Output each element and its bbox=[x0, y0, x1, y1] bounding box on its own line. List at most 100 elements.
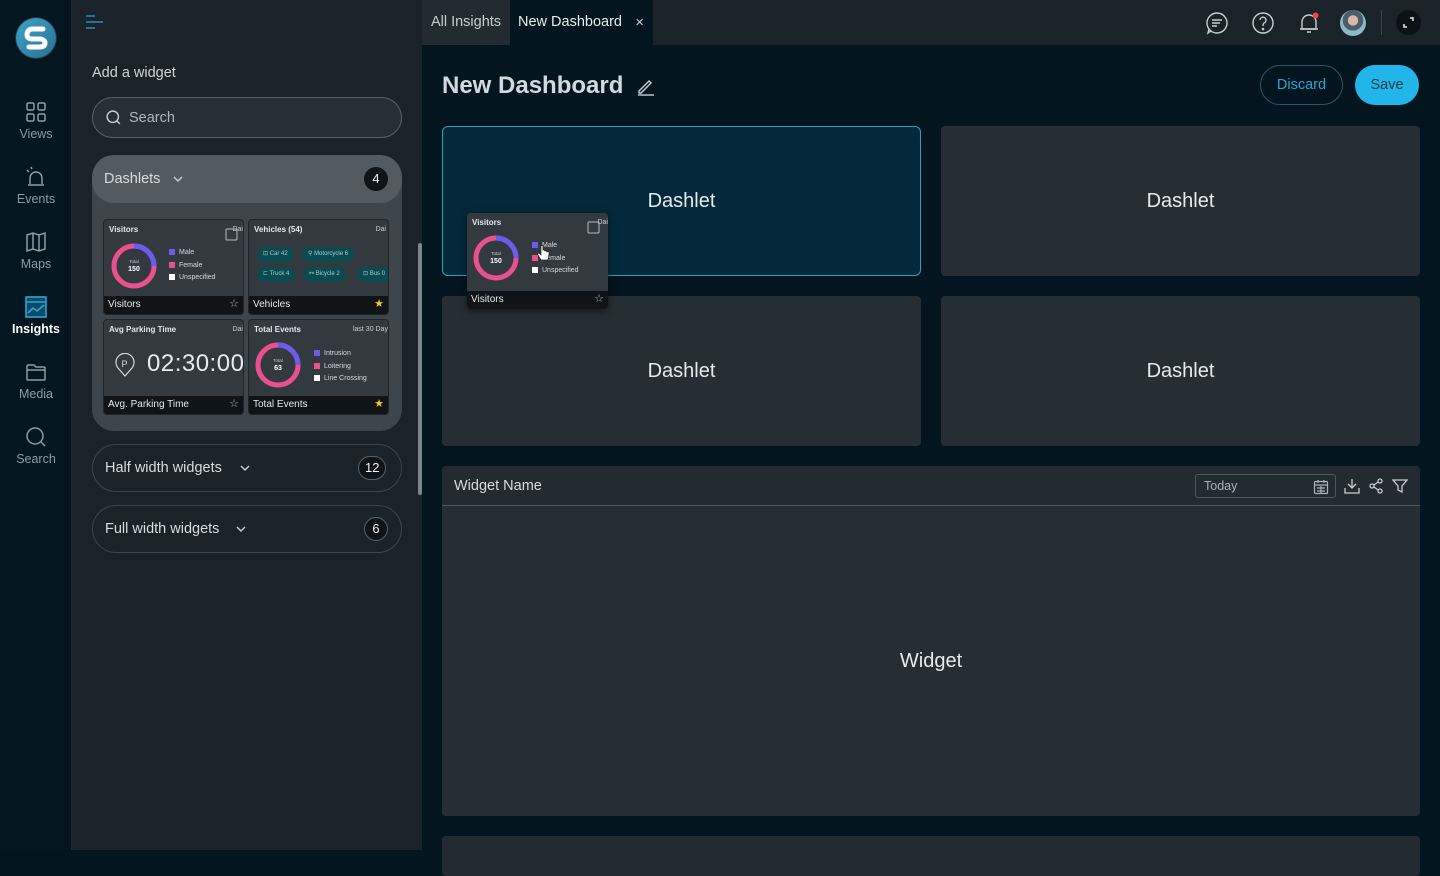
dashlet-range: Dai bbox=[375, 226, 386, 233]
group-dashlets-header[interactable]: Dashlets 4 bbox=[92, 155, 402, 203]
group-label: Dashlets bbox=[104, 171, 161, 187]
hand-cursor-icon bbox=[537, 245, 550, 261]
rail-item-events[interactable]: Events bbox=[0, 165, 72, 225]
dashlet-range: Dai bbox=[232, 326, 243, 333]
chip-car: ⊡ Car 42 bbox=[257, 247, 294, 262]
chevron-down-icon bbox=[236, 526, 246, 533]
dashlet-range: last 30 Day bbox=[352, 326, 388, 333]
app-logo[interactable] bbox=[16, 18, 56, 58]
folder-icon bbox=[26, 364, 46, 381]
dashlet-footer: Visitors ☆ bbox=[104, 296, 243, 314]
chevron-down-icon bbox=[240, 465, 250, 472]
donut-total: 150 bbox=[128, 266, 140, 273]
dashlet-vehicles[interactable]: Vehicles (54) Dai ⊡ Car 42 ⚲ Motorcycle … bbox=[248, 219, 389, 315]
rail-label: Maps bbox=[20, 257, 52, 271]
map-icon bbox=[26, 231, 46, 253]
group-dashlets: Dashlets 4 Visitors Dai Total 150 Male F… bbox=[92, 155, 402, 431]
dashlet-title: Avg Parking Time bbox=[109, 325, 177, 334]
widget-card: Widget Name Today Widget bbox=[442, 466, 1420, 816]
bell-icon[interactable] bbox=[1297, 11, 1321, 35]
svg-text:P: P bbox=[122, 359, 128, 369]
rail-item-insights[interactable]: Insights bbox=[0, 295, 72, 355]
count-badge: 4 bbox=[364, 167, 388, 191]
search-input[interactable] bbox=[129, 98, 389, 137]
download-icon[interactable] bbox=[1344, 478, 1360, 494]
legend: Male Female Unspecified bbox=[169, 247, 216, 285]
dashlet-footer: Avg. Parking Time ☆ bbox=[104, 396, 243, 414]
dashlet-total-events[interactable]: Total Events last 30 Day Total 63 Intrus… bbox=[248, 319, 389, 415]
chat-icon[interactable] bbox=[1205, 11, 1229, 35]
star-outline-icon[interactable]: ☆ bbox=[229, 398, 239, 411]
search-icon bbox=[106, 110, 121, 125]
count-badge: 12 bbox=[358, 456, 387, 480]
chip-motorcycle: ⚲ Motorcycle 6 bbox=[302, 247, 355, 262]
insights-icon bbox=[25, 296, 47, 318]
date-picker[interactable]: Today bbox=[1195, 474, 1336, 498]
dashboard-title: New Dashboard bbox=[442, 72, 624, 99]
panel-title: Add a widget bbox=[92, 65, 176, 81]
rail-item-maps[interactable]: Maps bbox=[0, 230, 72, 290]
group-half-width[interactable]: Half width widgets 12 bbox=[92, 444, 402, 492]
dashlet-slot-4[interactable]: Dashlet bbox=[941, 296, 1420, 446]
chip-bus: ⊡ Bus 0 bbox=[357, 267, 388, 282]
widget-header: Widget Name Today bbox=[442, 466, 1420, 506]
dashlet-title: Total Events bbox=[254, 325, 301, 334]
rail-label: Insights bbox=[12, 322, 60, 336]
parking-pin-icon: P bbox=[115, 353, 135, 377]
donut-chart: Total 63 bbox=[255, 342, 301, 388]
divider bbox=[1381, 10, 1382, 35]
widget-panel: Add a widget Dashlets 4 Visitors Dai Tot… bbox=[72, 0, 422, 850]
expand-button[interactable] bbox=[1396, 10, 1421, 35]
menu-icon[interactable] bbox=[85, 13, 105, 31]
chip-truck: ⊏ Truck 4 bbox=[257, 267, 296, 282]
tab-all-insights[interactable]: All Insights bbox=[422, 0, 510, 45]
count-badge: 6 bbox=[364, 517, 388, 541]
grid-icon bbox=[26, 102, 46, 122]
share-icon[interactable] bbox=[1368, 478, 1384, 494]
dashlet-title: Vehicles (54) bbox=[254, 225, 303, 234]
close-tab-icon[interactable]: × bbox=[635, 0, 644, 45]
filter-icon[interactable] bbox=[1392, 478, 1408, 494]
dashboard-editor: New Dashboard Discard Save Dashlet Dashl… bbox=[422, 45, 1440, 876]
rail-item-media[interactable]: Media bbox=[0, 360, 72, 420]
widget-search[interactable] bbox=[92, 97, 402, 138]
dashlet-footer: Total Events ★ bbox=[249, 396, 388, 414]
group-label: Full width widgets bbox=[105, 521, 220, 537]
group-full-width[interactable]: Full width widgets 6 bbox=[92, 505, 402, 553]
dashlet-slot-1[interactable]: Dashlet bbox=[442, 126, 921, 276]
dashlet-footer: Vehicles ★ bbox=[249, 296, 388, 314]
donut-center-label: Total bbox=[273, 358, 283, 363]
tab-new-dashboard[interactable]: New Dashboard × bbox=[510, 0, 653, 45]
help-icon[interactable] bbox=[1251, 11, 1275, 35]
tab-bar: All Insights New Dashboard × bbox=[422, 0, 1440, 45]
discard-button[interactable]: Discard bbox=[1260, 65, 1343, 105]
edit-pencil-icon[interactable] bbox=[636, 76, 656, 96]
chip-bicycle: ⚯ Bicycle 2 bbox=[303, 267, 346, 282]
star-filled-icon[interactable]: ★ bbox=[374, 298, 384, 311]
parking-time-value: 02:30:00 bbox=[147, 350, 244, 377]
siren-icon bbox=[26, 166, 44, 186]
rail-label: Events bbox=[16, 192, 56, 206]
star-filled-icon[interactable]: ★ bbox=[374, 398, 384, 411]
dashlet-slot-3[interactable]: Dashlet bbox=[442, 296, 921, 446]
search-icon bbox=[26, 427, 46, 447]
save-button[interactable]: Save bbox=[1355, 65, 1419, 105]
legend: Intrusion Loitering Line Crossing bbox=[314, 348, 367, 386]
group-label: Half width widgets bbox=[105, 460, 222, 476]
rail-item-views[interactable]: Views bbox=[0, 100, 72, 160]
widget-card-2 bbox=[442, 836, 1420, 876]
donut-total: 63 bbox=[274, 365, 282, 372]
checkbox-icon[interactable] bbox=[225, 228, 238, 241]
dashlet-title: Visitors bbox=[109, 225, 139, 234]
expand-icon bbox=[1403, 17, 1414, 28]
donut-center-label: Total bbox=[129, 259, 139, 264]
avatar[interactable] bbox=[1340, 10, 1366, 36]
dashlet-avg-parking[interactable]: Avg Parking Time Dai P 02:30:00 Avg. Par… bbox=[103, 319, 244, 415]
star-outline-icon[interactable]: ☆ bbox=[229, 298, 239, 311]
rail-label: Media bbox=[18, 387, 54, 401]
widget-name: Widget Name bbox=[454, 478, 542, 494]
rail-item-search[interactable]: Search bbox=[0, 425, 72, 485]
dashlet-slot-2[interactable]: Dashlet bbox=[941, 126, 1420, 276]
dashlet-visitors[interactable]: Visitors Dai Total 150 Male Female Unspe… bbox=[103, 219, 244, 315]
donut-chart: Total 150 bbox=[111, 243, 157, 289]
